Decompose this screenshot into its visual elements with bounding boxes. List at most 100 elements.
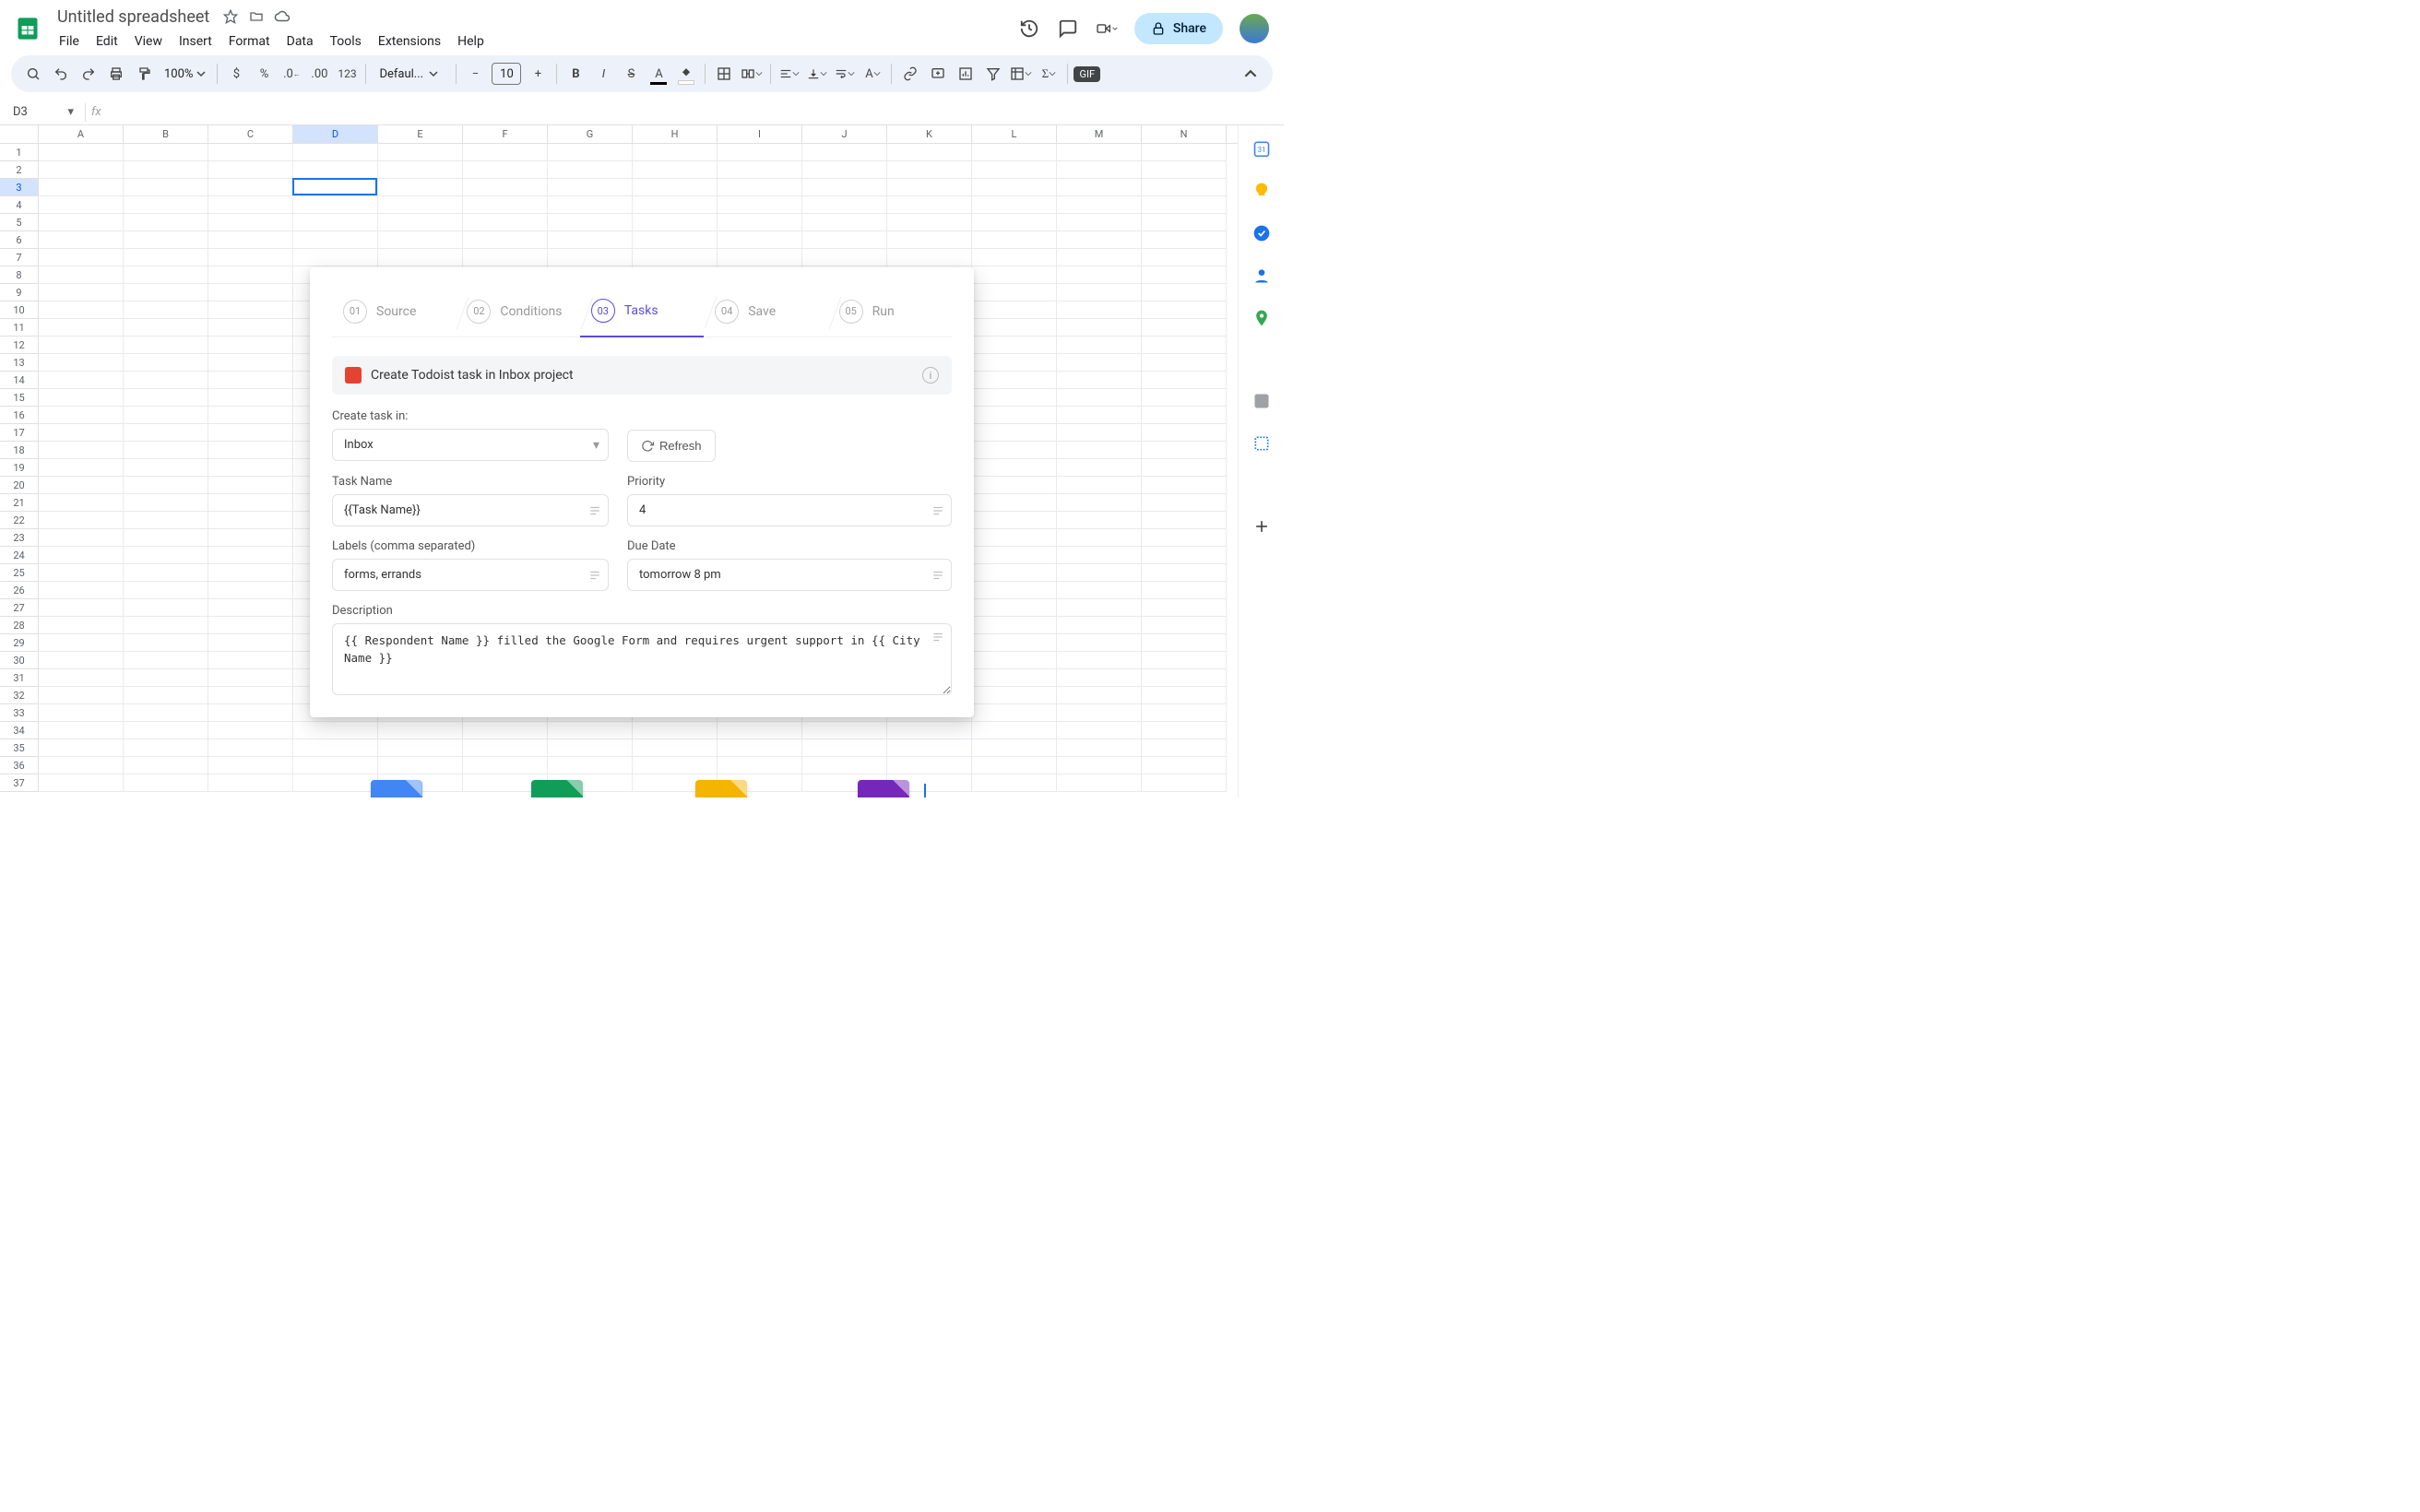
cell[interactable]: [293, 231, 378, 249]
labels-input[interactable]: [332, 559, 609, 591]
cell[interactable]: [39, 284, 124, 301]
cell[interactable]: [1142, 704, 1227, 722]
cell[interactable]: [633, 214, 718, 231]
cell[interactable]: [1057, 231, 1142, 249]
cell[interactable]: [1057, 687, 1142, 704]
cell[interactable]: [718, 196, 802, 214]
cell[interactable]: [1142, 687, 1227, 704]
cell[interactable]: [1057, 161, 1142, 179]
cell[interactable]: [972, 739, 1057, 757]
cell[interactable]: [1142, 722, 1227, 739]
cell[interactable]: [1142, 442, 1227, 459]
cell[interactable]: [463, 144, 548, 161]
font-size-input[interactable]: 10: [492, 63, 521, 85]
cell[interactable]: [208, 301, 293, 319]
cell[interactable]: [39, 599, 124, 617]
cell[interactable]: [633, 231, 718, 249]
cell[interactable]: [802, 722, 887, 739]
cell[interactable]: [124, 372, 208, 389]
cell[interactable]: [1142, 459, 1227, 477]
row-header[interactable]: 26: [0, 582, 39, 599]
row-header[interactable]: 36: [0, 757, 39, 774]
row-header[interactable]: 30: [0, 652, 39, 669]
tasks-icon[interactable]: [1252, 223, 1272, 243]
cell[interactable]: [463, 179, 548, 196]
history-icon[interactable]: [1018, 18, 1040, 40]
task-name-input[interactable]: [332, 494, 609, 526]
cell[interactable]: [972, 319, 1057, 337]
cell[interactable]: [208, 161, 293, 179]
col-header-A[interactable]: A: [39, 125, 124, 143]
cell[interactable]: [208, 179, 293, 196]
cell[interactable]: [39, 652, 124, 669]
cell[interactable]: [1142, 547, 1227, 564]
cell[interactable]: [39, 704, 124, 722]
info-icon[interactable]: i: [922, 367, 939, 384]
comments-icon[interactable]: [1057, 18, 1079, 40]
cell[interactable]: [39, 477, 124, 494]
cell[interactable]: [1142, 424, 1227, 442]
cell[interactable]: [633, 161, 718, 179]
decrease-decimal-icon[interactable]: .0←: [279, 61, 304, 87]
cell[interactable]: [124, 442, 208, 459]
cell[interactable]: [802, 739, 887, 757]
cell[interactable]: [972, 512, 1057, 529]
cell[interactable]: [887, 196, 972, 214]
cell[interactable]: [124, 739, 208, 757]
cell[interactable]: [802, 196, 887, 214]
cell[interactable]: [124, 196, 208, 214]
cell[interactable]: [1142, 231, 1227, 249]
cell[interactable]: [1142, 564, 1227, 582]
cell[interactable]: [378, 179, 463, 196]
cell[interactable]: [1057, 354, 1142, 372]
cell[interactable]: [972, 161, 1057, 179]
menu-edit[interactable]: Edit: [89, 30, 125, 53]
cloud-status-icon[interactable]: [274, 8, 291, 25]
app-slides[interactable]: Google Slides: [682, 780, 761, 797]
cell[interactable]: [633, 249, 718, 266]
cell[interactable]: [1057, 214, 1142, 231]
row-header[interactable]: 9: [0, 284, 39, 301]
cell[interactable]: [208, 477, 293, 494]
cell[interactable]: [972, 196, 1057, 214]
row-header[interactable]: 10: [0, 301, 39, 319]
cell[interactable]: [1057, 669, 1142, 687]
cell[interactable]: [972, 249, 1057, 266]
cell[interactable]: [972, 669, 1057, 687]
col-header-J[interactable]: J: [802, 125, 887, 143]
cell[interactable]: [1142, 494, 1227, 512]
cell[interactable]: [1142, 477, 1227, 494]
cell[interactable]: [39, 424, 124, 442]
row-header[interactable]: 25: [0, 564, 39, 582]
increase-font-icon[interactable]: +: [525, 61, 551, 87]
refresh-button[interactable]: Refresh: [627, 430, 716, 462]
cell[interactable]: [39, 739, 124, 757]
cell[interactable]: [1142, 757, 1227, 774]
cell[interactable]: [972, 634, 1057, 652]
cell[interactable]: [1142, 179, 1227, 196]
decrease-font-icon[interactable]: −: [462, 61, 488, 87]
menu-view[interactable]: View: [127, 30, 170, 53]
create-task-in-select[interactable]: Inbox: [332, 429, 609, 461]
cell[interactable]: [972, 337, 1057, 354]
cell[interactable]: [208, 424, 293, 442]
cell[interactable]: [1057, 337, 1142, 354]
cell[interactable]: [124, 722, 208, 739]
cell[interactable]: [802, 231, 887, 249]
cell[interactable]: [887, 144, 972, 161]
cell[interactable]: [972, 301, 1057, 319]
cell[interactable]: [208, 652, 293, 669]
cell[interactable]: [208, 617, 293, 634]
cell[interactable]: [1057, 512, 1142, 529]
cell[interactable]: [39, 144, 124, 161]
cell[interactable]: [1142, 599, 1227, 617]
cell[interactable]: [972, 354, 1057, 372]
cell[interactable]: [548, 179, 633, 196]
cell[interactable]: [293, 161, 378, 179]
cell[interactable]: [802, 179, 887, 196]
cell[interactable]: [1057, 389, 1142, 407]
font-family-select[interactable]: Defaul...: [372, 67, 450, 81]
col-header-G[interactable]: G: [548, 125, 633, 143]
cell[interactable]: [972, 529, 1057, 547]
cell[interactable]: [1057, 774, 1142, 792]
